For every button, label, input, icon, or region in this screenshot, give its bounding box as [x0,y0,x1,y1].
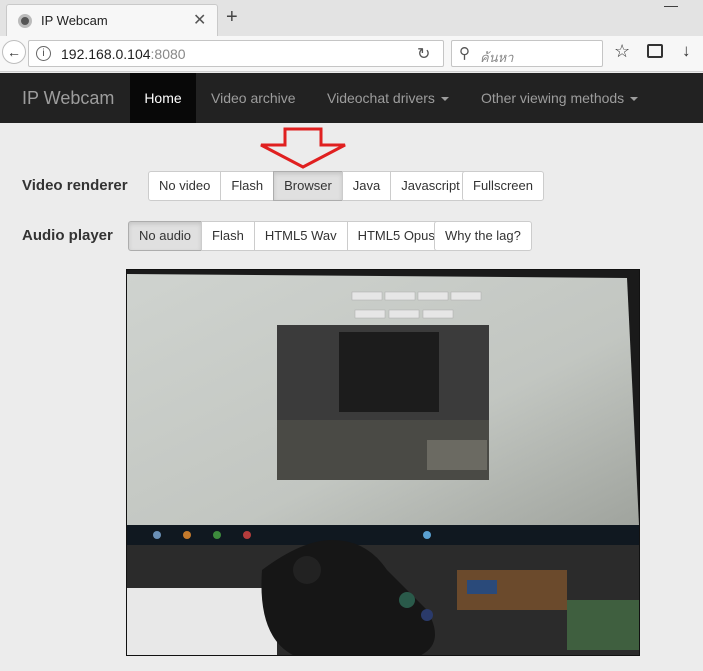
webcam-frame-image [127,270,639,655]
fullscreen-button[interactable]: Fullscreen [462,171,544,201]
nav-video-archive[interactable]: Video archive [211,73,296,123]
video-option-no-video[interactable]: No video [148,171,222,201]
nav-other-viewing-methods[interactable]: Other viewing methods [481,73,639,123]
brand-logo[interactable]: IP Webcam [22,88,114,109]
search-placeholder: ค้นหา [480,50,514,65]
new-tab-icon[interactable]: + [226,6,238,29]
video-option-browser[interactable]: Browser [273,171,343,201]
url-text[interactable]: 192.168.0.104:8080 [61,46,186,62]
nav-videochat-drivers[interactable]: Videochat drivers [327,73,449,123]
video-option-javascript[interactable]: Javascript [390,171,471,201]
audio-player-group: No audio Flash HTML5 Wav HTML5 Opus [128,221,446,251]
video-stream[interactable] [126,269,640,656]
video-renderer-group: No video Flash Browser Java Javascript [148,171,471,201]
close-tab-icon[interactable]: ✕ [193,10,206,30]
nav-home[interactable]: Home [130,73,196,123]
app-navbar: IP Webcam Home Video archive Videochat d… [0,73,703,123]
audio-option-html5-wav[interactable]: HTML5 Wav [253,221,348,251]
video-renderer-label: Video renderer [22,177,128,194]
video-option-java[interactable]: Java [341,171,392,201]
audio-option-no-audio[interactable]: No audio [128,221,203,251]
minimize-icon[interactable]: — [664,0,678,13]
info-icon[interactable]: i [36,46,51,61]
tab-title: IP Webcam [41,13,108,28]
audio-option-flash[interactable]: Flash [201,221,255,251]
bookmark-star-icon[interactable]: ☆ [614,41,630,62]
url-bar[interactable]: i 192.168.0.104:8080 ↻ [28,40,444,67]
browser-toolbar: ← i 192.168.0.104:8080 ↻ ⚲ ค้นหา ☆ ↓ [0,36,703,72]
audio-player-label: Audio player [22,227,113,244]
search-icon: ⚲ [459,45,470,62]
reload-icon[interactable]: ↻ [417,44,430,64]
download-icon[interactable]: ↓ [682,41,691,61]
red-arrow-annotation [260,127,346,169]
browser-tab[interactable]: IP Webcam ✕ [6,4,218,36]
back-arrow-icon[interactable]: ← [2,40,26,64]
video-option-flash[interactable]: Flash [220,171,275,201]
browser-tab-strip: IP Webcam ✕ + — [0,0,703,36]
webcam-favicon-icon [18,14,32,28]
why-the-lag-button[interactable]: Why the lag? [434,221,532,251]
audio-option-html5-opus[interactable]: HTML5 Opus [346,221,446,251]
chevron-down-icon [440,97,449,102]
reading-list-icon[interactable] [647,44,663,58]
search-input[interactable]: ⚲ ค้นหา [451,40,603,67]
chevron-down-icon [630,97,639,102]
